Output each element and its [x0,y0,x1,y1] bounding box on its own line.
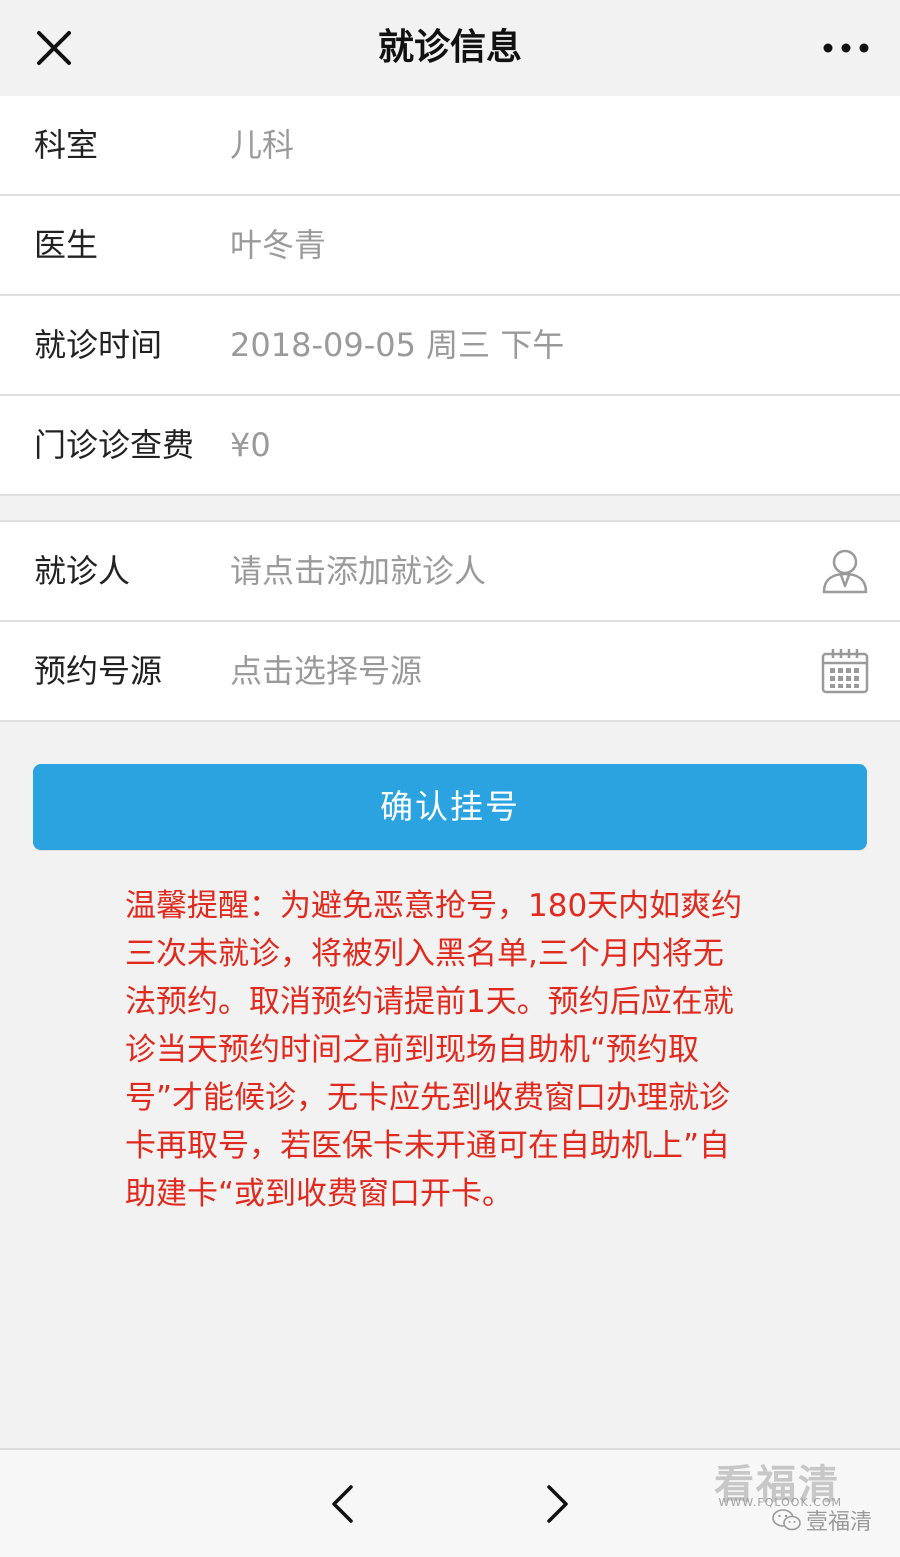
person-icon[interactable] [820,546,870,596]
notice-line: 号”才能候诊，无卡应先到收费窗口办理就诊 [125,1080,731,1116]
notice-line: 卡再取号，若医保卡未开通可在自助机上”自 [125,1128,731,1164]
visit-time-label: 就诊时间 [34,326,163,364]
chevron-right-icon [547,1485,568,1523]
wechat-icon [772,1509,801,1531]
visit-info-list: 科室 儿科 医生 叶冬青 就诊时间 2018-09-05 周三 下午 门诊诊查费… [0,96,900,496]
doctor-label: 医生 [34,226,99,264]
watermark: 看福清 WWW.FQLOOK.COM 壹福清 [676,1452,876,1552]
watermark-account: 壹福清 [772,1504,872,1536]
notice-line: 诊当天预约时间之前到现场自助机“预约取 [125,1032,700,1068]
back-button[interactable] [320,1480,364,1528]
visit-time-value: 2018-09-05 周三 下午 [230,326,565,364]
page: 就诊信息 科室 儿科 医生 叶冬青 就诊时间 2018-09-05 周三 下午 … [0,0,900,1557]
source-row[interactable]: 预约号源 点击选择号源 [0,622,900,722]
department-row: 科室 儿科 [0,96,900,196]
fee-row: 门诊诊查费 ¥0 [0,396,900,496]
department-value: 儿科 [230,126,295,164]
source-placeholder[interactable]: 点击选择号源 [230,622,422,720]
notice-line: 法预约。取消预约请提前1天。预约后应在就 [125,984,734,1020]
confirm-register-button[interactable]: 确认挂号 [33,764,867,850]
page-title: 就诊信息 [377,27,522,68]
forward-button[interactable] [536,1480,580,1528]
notice-line: 温馨提醒：为避免恶意抢号，180天内如爽约 [125,888,743,924]
selection-list: 就诊人 请点击添加就诊人 预约号源 点击选择号源 [0,520,900,722]
notice-line: 助建卡“或到收费窗口开卡。 [125,1176,514,1212]
department-label: 科室 [34,126,99,164]
more-button[interactable] [820,28,872,68]
top-bar: 就诊信息 [0,0,900,97]
watermark-account-name: 壹福清 [805,1510,872,1535]
more-icon [823,43,869,53]
source-label: 预约号源 [34,652,163,690]
chevron-left-icon [332,1485,353,1523]
doctor-row: 医生 叶冬青 [0,196,900,296]
close-button[interactable] [28,22,80,74]
doctor-value: 叶冬青 [230,226,327,264]
reminder-notice: 温馨提醒：为避免恶意抢号，180天内如爽约 三次未就诊，将被列入黑名单,三个月内… [125,882,775,1218]
visit-time-row: 就诊时间 2018-09-05 周三 下午 [0,296,900,396]
patient-placeholder[interactable]: 请点击添加就诊人 [230,522,486,620]
notice-line: 三次未就诊，将被列入黑名单,三个月内将无 [125,936,724,972]
calendar-icon[interactable] [820,646,870,696]
fee-label: 门诊诊查费 [34,426,195,464]
fee-value: ¥0 [230,426,271,464]
close-icon [37,31,71,65]
patient-label: 就诊人 [34,552,131,590]
patient-row[interactable]: 就诊人 请点击添加就诊人 [0,522,900,622]
